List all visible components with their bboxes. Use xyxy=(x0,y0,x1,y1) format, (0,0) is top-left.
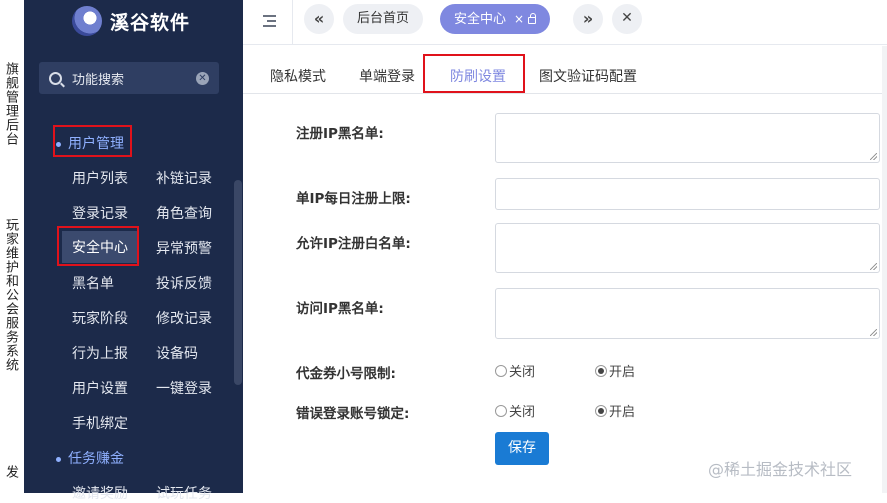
clear-icon[interactable]: ✕ xyxy=(196,71,209,85)
search-icon xyxy=(49,71,62,85)
sidebar-item-login-records[interactable]: 登录记录 xyxy=(72,203,128,223)
tab-single-login[interactable]: 单端登录 xyxy=(359,66,415,86)
top-bar: « 后台首页 安全中心 × » ✕ xyxy=(243,0,887,45)
sidebar-item-one-click-login[interactable]: 一键登录 xyxy=(156,378,212,398)
visit-blacklist-label: 访问IP黑名单: xyxy=(296,301,384,317)
sidebar-item-trial-tasks[interactable]: 试玩任务 xyxy=(156,483,212,503)
rail-subtitle: 玩家维护和公会服务系统 xyxy=(3,218,18,372)
sidebar-item-complaints[interactable]: 投诉反馈 xyxy=(156,273,212,293)
radio-circle xyxy=(495,364,507,377)
divider xyxy=(292,0,293,45)
sidebar-item-change-records[interactable]: 修改记录 xyxy=(156,308,212,328)
sidebar-item-behavior-report[interactable]: 行为上报 xyxy=(72,343,128,363)
search-input[interactable]: 功能搜索 xyxy=(72,69,196,88)
sidebar-item-relink-records[interactable]: 补链记录 xyxy=(156,168,212,188)
tab-security-center[interactable]: 安全中心 × xyxy=(440,4,551,34)
ip-daily-limit-label: 单IP每日注册上限: xyxy=(296,191,411,207)
highlight-user-management xyxy=(53,125,132,157)
sidebar-item-player-stage[interactable]: 玩家阶段 xyxy=(72,308,128,328)
logo-text: 溪谷软件 xyxy=(110,11,191,34)
voucher-limit-label: 代金券小号限制: xyxy=(296,366,396,382)
tab-close-icon[interactable]: × xyxy=(514,12,524,26)
tab-captcha-config[interactable]: 图文验证码配置 xyxy=(539,66,637,86)
menu-collapse-icon[interactable] xyxy=(260,12,278,30)
voucher-limit-off-radio[interactable]: 关闭 xyxy=(495,361,535,380)
save-button[interactable]: 保存 xyxy=(495,432,549,465)
ip-blacklist-label: 注册IP黑名单: xyxy=(296,126,384,142)
close-tabs-icon[interactable]: ✕ xyxy=(612,4,642,34)
rail-title: 旗舰管理后台 xyxy=(3,62,18,146)
sidebar-item-role-query[interactable]: 角色查询 xyxy=(156,203,212,223)
highlight-security-center xyxy=(57,226,139,266)
tab-security-label: 安全中心 xyxy=(454,12,507,27)
bullet-icon xyxy=(56,456,61,462)
sidebar: 溪谷软件 功能搜索 ✕ 用户管理 用户列表 补链记录 登录记录 角色查询 安全中… xyxy=(24,0,243,502)
menu-search[interactable]: 功能搜索 ✕ xyxy=(39,62,219,94)
tab-home[interactable]: 后台首页 xyxy=(343,4,424,34)
sidebar-item-anomaly-alert[interactable]: 异常预警 xyxy=(156,238,212,258)
content-tabs: 隐私模式 单端登录 防刷设置 图文验证码配置 xyxy=(243,46,887,94)
voucher-limit-on-radio[interactable]: 开启 xyxy=(595,361,635,380)
watermark: @稀土掘金技术社区 xyxy=(708,460,853,479)
radio-circle-checked xyxy=(595,404,607,417)
sidebar-item-invite-rewards[interactable]: 邀请奖励 xyxy=(72,483,128,503)
tab-privacy-mode[interactable]: 隐私模式 xyxy=(270,66,326,86)
login-lock-on-radio[interactable]: 开启 xyxy=(595,401,635,420)
ip-whitelist-label: 允许IP注册白名单: xyxy=(296,236,411,252)
logo-icon xyxy=(72,6,102,36)
radio-circle-checked xyxy=(595,364,607,377)
sidebar-scrollbar[interactable] xyxy=(234,180,242,385)
ip-blacklist-textarea[interactable] xyxy=(495,113,880,163)
sidebar-item-phone-binding[interactable]: 手机绑定 xyxy=(72,413,128,433)
sidebar-item-blacklist[interactable]: 黑名单 xyxy=(72,273,114,293)
brand-logo[interactable]: 溪谷软件 xyxy=(72,4,190,38)
tab-home-label: 后台首页 xyxy=(357,11,410,26)
ip-daily-limit-input[interactable] xyxy=(495,178,880,210)
radio-label: 关闭 xyxy=(509,365,536,380)
ip-whitelist-textarea[interactable] xyxy=(495,223,880,273)
login-lock-off-radio[interactable]: 关闭 xyxy=(495,401,535,420)
tabs-next-icon[interactable]: » xyxy=(573,4,603,34)
sidebar-item-user-list[interactable]: 用户列表 xyxy=(72,168,128,188)
highlight-anti-brush-tab xyxy=(423,54,525,93)
radio-label: 开启 xyxy=(609,405,636,420)
login-lock-label: 错误登录账号锁定: xyxy=(296,406,410,422)
rail-extra: 发 xyxy=(3,465,18,479)
visit-blacklist-textarea[interactable] xyxy=(495,288,880,339)
left-rail: 旗舰管理后台 玩家维护和公会服务系统 发 xyxy=(0,0,24,493)
content-scrollbar[interactable] xyxy=(882,46,887,493)
menu-group-task-earning[interactable]: 任务赚金 xyxy=(56,448,124,468)
radio-label: 关闭 xyxy=(509,405,536,420)
radio-circle xyxy=(495,404,507,417)
sidebar-item-user-settings[interactable]: 用户设置 xyxy=(72,378,128,398)
menu-group-label: 任务赚金 xyxy=(68,451,124,467)
radio-label: 开启 xyxy=(609,365,636,380)
tabs-prev-icon[interactable]: « xyxy=(304,4,334,34)
sidebar-item-device-code[interactable]: 设备码 xyxy=(156,343,198,363)
lock-icon[interactable] xyxy=(528,13,537,24)
